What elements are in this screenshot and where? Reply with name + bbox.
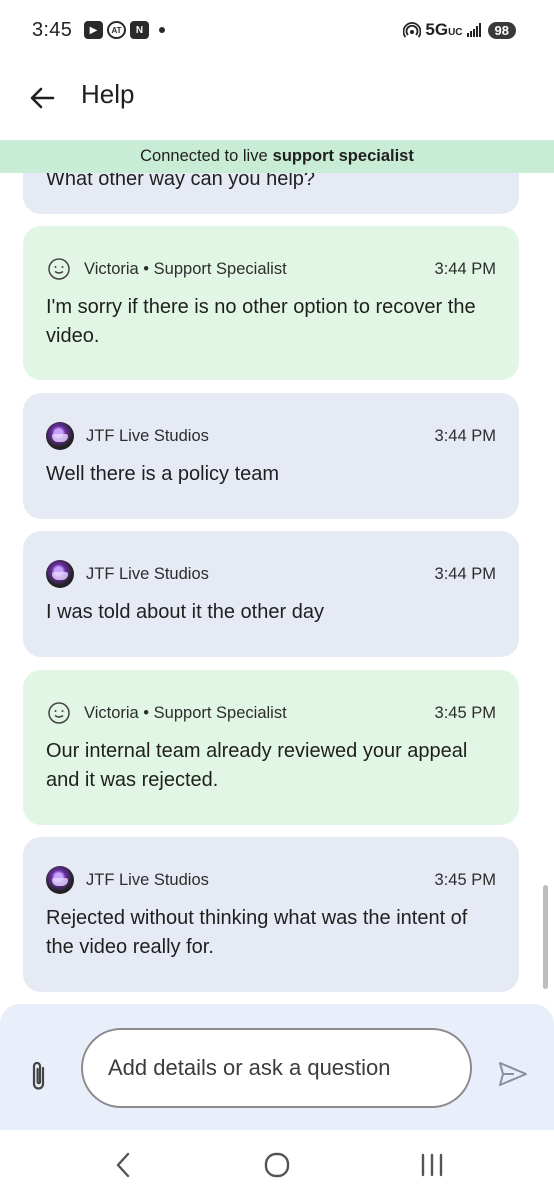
system-nav-bar — [0, 1130, 554, 1200]
message-text: Our internal team already reviewed your … — [46, 740, 468, 791]
avatar — [46, 560, 74, 588]
app-bar: Help — [0, 62, 554, 140]
message-bubble-agent: Victoria • Support Specialist 3:44 PM I'… — [23, 226, 519, 380]
status-time: 3:45 — [32, 19, 73, 41]
message-time: 3:44 PM — [434, 564, 496, 583]
nav-recents-button[interactable] — [418, 1148, 446, 1182]
message-composer — [0, 1004, 554, 1130]
message-header: JTF Live Studios 3:45 PM — [46, 866, 496, 894]
back-button[interactable] — [22, 78, 62, 118]
nav-home-button[interactable] — [262, 1148, 292, 1182]
page-title: Help — [81, 79, 135, 109]
message-header: JTF Live Studios 3:44 PM — [46, 560, 496, 588]
sender-name: JTF Live Studios — [86, 870, 209, 889]
message-text: I was told about it the other day — [46, 601, 324, 623]
message-time: 3:44 PM — [434, 426, 496, 445]
network-type: 5GUC — [425, 20, 463, 39]
avatar — [46, 422, 74, 450]
message-header: JTF Live Studios 3:44 PM — [46, 422, 496, 450]
message-bubble-user: JTF Live Studios 3:44 PM I was told abou… — [23, 531, 519, 657]
message-time: 3:45 PM — [434, 703, 496, 722]
n-icon: N — [130, 21, 149, 39]
recents-icon — [421, 1153, 443, 1177]
sender-name: Victoria • Support Specialist — [84, 259, 287, 278]
banner-bold-text: support specialist — [272, 147, 414, 165]
chevron-left-icon — [116, 1152, 130, 1178]
sender-name: JTF Live Studios — [86, 564, 209, 583]
youtube-icon: ▶ — [84, 21, 103, 39]
nav-back-button[interactable] — [110, 1148, 136, 1182]
chat-transcript[interactable]: What other way can you help? Victoria • … — [0, 140, 554, 1004]
battery-indicator: 98 — [487, 21, 516, 39]
message-header: Victoria • Support Specialist 3:44 PM — [46, 257, 496, 281]
message-text: Rejected without thinking what was the i… — [46, 907, 468, 958]
scrollbar[interactable] — [543, 885, 548, 989]
support-agent-icon — [46, 700, 72, 726]
message-bubble-user: JTF Live Studios 3:44 PM Well there is a… — [23, 393, 519, 519]
send-button[interactable] — [495, 1058, 531, 1090]
message-text: I'm sorry if there is no other option to… — [46, 296, 476, 347]
message-bubble-user: JTF Live Studios 3:45 PM Rejected withou… — [23, 837, 519, 992]
more-notifications-dot — [159, 27, 165, 33]
message-text: Well there is a policy team — [46, 463, 280, 485]
send-icon — [499, 1062, 527, 1086]
avatar — [46, 866, 74, 894]
message-time: 3:44 PM — [434, 259, 496, 278]
message-input-container[interactable] — [81, 1028, 472, 1108]
banner-text: Connected to live — [140, 147, 268, 165]
system-icons: 5GUC 98 — [403, 20, 516, 40]
home-circle-icon — [264, 1152, 290, 1178]
connection-banner: Connected to live support specialist — [0, 140, 554, 173]
signal-icon — [466, 23, 481, 37]
status-bar: 3:45 ▶ AT N 5GUC 98 — [0, 0, 554, 62]
support-agent-icon — [46, 256, 72, 282]
message-bubble-agent: Victoria • Support Specialist 3:45 PM Ou… — [23, 670, 519, 825]
notification-icons: ▶ AT N — [84, 21, 165, 39]
paperclip-icon — [32, 1061, 45, 1090]
attach-button[interactable] — [22, 1056, 56, 1096]
arrow-left-icon — [30, 87, 55, 109]
message-input[interactable] — [108, 1055, 448, 1081]
hotspot-icon — [403, 22, 422, 38]
message-time: 3:45 PM — [434, 870, 496, 889]
at-icon: AT — [107, 21, 126, 39]
sender-name: JTF Live Studios — [86, 426, 209, 445]
message-header: Victoria • Support Specialist 3:45 PM — [46, 701, 496, 725]
sender-name: Victoria • Support Specialist — [84, 703, 287, 722]
